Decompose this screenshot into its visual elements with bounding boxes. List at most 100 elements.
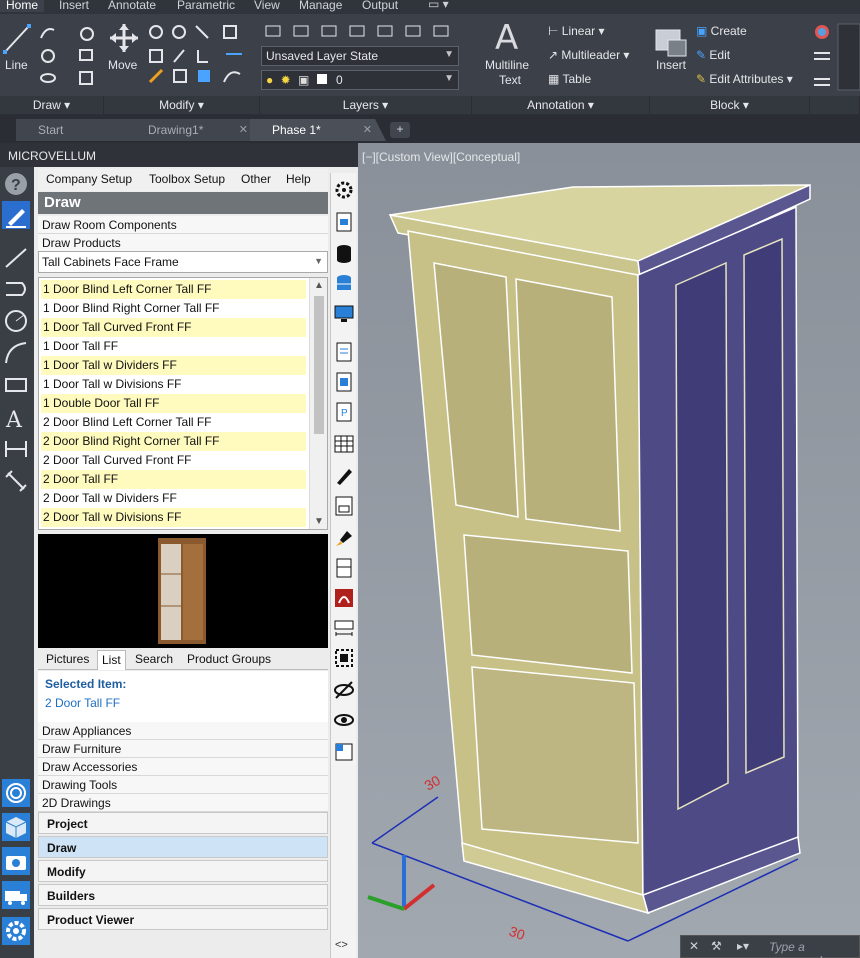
- modify-tools-icons[interactable]: [146, 24, 256, 86]
- dimension-icon[interactable]: [2, 435, 30, 463]
- select-frame-icon[interactable]: [333, 647, 355, 669]
- database-icon[interactable]: [333, 243, 355, 265]
- draw-room-components-link[interactable]: Draw Room Components: [38, 216, 328, 234]
- tab-output[interactable]: Output: [362, 0, 398, 12]
- selected-item-value[interactable]: 2 Door Tall FF: [45, 696, 120, 710]
- list-item[interactable]: 1 Door Blind Right Corner Tall FF: [41, 299, 306, 318]
- section-draw[interactable]: Draw: [38, 836, 328, 858]
- collapse-arrows-icon[interactable]: <>: [335, 939, 348, 951]
- scrollbar-thumb[interactable]: [314, 296, 324, 434]
- layout-icon[interactable]: [333, 741, 355, 763]
- ribbon-options-icon[interactable]: ▭ ▾: [428, 0, 449, 11]
- tab-product-groups[interactable]: Product Groups: [183, 650, 275, 670]
- pen-icon[interactable]: [333, 465, 355, 487]
- line-icon[interactable]: [2, 243, 30, 271]
- document-icon[interactable]: P: [333, 401, 355, 423]
- block-panel-title[interactable]: Block ▾: [650, 96, 810, 114]
- grid-sheet-icon[interactable]: [333, 433, 355, 455]
- tab-annotate[interactable]: Annotate: [108, 0, 156, 12]
- scroll-up-icon[interactable]: ▲: [314, 280, 324, 291]
- sheet-layout-icon[interactable]: [333, 495, 355, 517]
- insert-label[interactable]: Insert: [656, 58, 686, 72]
- layer-state-dropdown[interactable]: Unsaved Layer State ▼: [261, 46, 459, 66]
- eye-icon[interactable]: [333, 709, 355, 731]
- section-project[interactable]: Project: [38, 812, 328, 834]
- tab-search[interactable]: Search: [131, 650, 177, 670]
- table-button[interactable]: ▦ Table: [548, 72, 591, 86]
- list-item[interactable]: 1 Double Door Tall FF: [41, 394, 306, 413]
- close-icon[interactable]: ✕: [239, 123, 248, 136]
- list-scrollbar[interactable]: ▲ ▼: [309, 278, 327, 529]
- draw-products-link[interactable]: Draw Products: [38, 234, 328, 252]
- tab-home[interactable]: Home: [0, 0, 45, 12]
- menu-toolbox-setup[interactable]: Toolbox Setup: [149, 172, 225, 186]
- draw-appliances-link[interactable]: Draw Appliances: [38, 722, 328, 740]
- annotation-panel-title[interactable]: Annotation ▾: [472, 96, 650, 114]
- settings-gear-icon[interactable]: [333, 179, 355, 201]
- document-icon[interactable]: [333, 341, 355, 363]
- multiline-text-icon[interactable]: A: [495, 18, 518, 58]
- list-item[interactable]: 1 Door Tall w Divisions FF: [41, 375, 306, 394]
- aligned-dimension-icon[interactable]: [2, 467, 30, 495]
- tab-list[interactable]: List: [97, 650, 126, 670]
- list-item[interactable]: 2 Door Blind Left Corner Tall FF: [41, 413, 306, 432]
- command-line[interactable]: ✕ ⚒ ▸▾ Type a command: [680, 935, 860, 958]
- menu-help[interactable]: Help: [286, 172, 311, 186]
- scroll-down-icon[interactable]: ▼: [314, 516, 324, 527]
- list-item[interactable]: 2 Door Tall Curved Front FF: [41, 451, 306, 470]
- section-builders[interactable]: Builders: [38, 884, 328, 906]
- list-item[interactable]: 1 Door Blind Left Corner Tall FF: [41, 280, 306, 299]
- multiline-label-2[interactable]: Text: [499, 73, 521, 87]
- linear-dimension-button[interactable]: ⊢ Linear ▾: [548, 24, 605, 38]
- move-icon[interactable]: [108, 22, 140, 54]
- tab-view[interactable]: View: [254, 0, 280, 12]
- rectangle-icon[interactable]: [2, 371, 30, 399]
- document-icon[interactable]: [333, 371, 355, 393]
- command-input[interactable]: Type a command: [769, 940, 859, 958]
- modify-panel-title[interactable]: Modify ▾: [104, 96, 260, 114]
- list-item[interactable]: 1 Door Tall w Dividers FF: [41, 356, 306, 375]
- section-product-viewer[interactable]: Product Viewer: [38, 908, 328, 930]
- cabinet-3d-model[interactable]: 30 30: [358, 143, 860, 958]
- tab-pictures[interactable]: Pictures: [42, 650, 93, 670]
- arc-icon[interactable]: [2, 339, 30, 367]
- database-stack-icon[interactable]: [333, 273, 355, 295]
- insert-block-icon[interactable]: [654, 24, 688, 58]
- monitor-icon[interactable]: [333, 303, 355, 325]
- line-label[interactable]: Line: [5, 58, 28, 72]
- file-tab-drawing1[interactable]: Drawing1* ✕: [126, 119, 262, 141]
- tab-parametric[interactable]: Parametric: [177, 0, 235, 12]
- layers-panel-title[interactable]: Layers ▾: [260, 96, 472, 114]
- circle-icon[interactable]: [2, 307, 30, 335]
- draw-accessories-link[interactable]: Draw Accessories: [38, 758, 328, 776]
- layer-tools-icons[interactable]: [264, 22, 459, 42]
- cabinet-icon[interactable]: [333, 557, 355, 579]
- edit-block-button[interactable]: ✎ Edit: [696, 48, 730, 62]
- camera-icon[interactable]: [2, 847, 30, 875]
- gear-icon[interactable]: [2, 917, 30, 945]
- section-modify[interactable]: Modify: [38, 860, 328, 882]
- drawing-viewport[interactable]: [−][Custom View][Conceptual] 30 30: [358, 143, 860, 958]
- draw-panel-title[interactable]: Draw ▾: [0, 96, 104, 114]
- polyline-icon[interactable]: [2, 275, 30, 303]
- acrobat-icon[interactable]: [333, 587, 355, 609]
- tab-manage[interactable]: Manage: [299, 0, 342, 12]
- list-item[interactable]: 2 Door Tall FF: [41, 470, 306, 489]
- fingerprint-icon[interactable]: [2, 779, 30, 807]
- list-item[interactable]: 2 Door Blind Right Corner Tall FF: [41, 432, 306, 451]
- line-tool-icon[interactable]: [2, 22, 32, 58]
- draw-tools-icons[interactable]: [38, 24, 100, 86]
- drawing-tools-link[interactable]: Drawing Tools: [38, 776, 328, 794]
- edit-attributes-button[interactable]: ✎ Edit Attributes ▾: [696, 72, 793, 86]
- menu-other[interactable]: Other: [241, 172, 271, 186]
- brush-icon[interactable]: [333, 527, 355, 549]
- menu-company-setup[interactable]: Company Setup: [46, 172, 132, 186]
- file-tab-phase1[interactable]: Phase 1* ✕: [250, 119, 386, 141]
- viewport-controls[interactable]: [−][Custom View][Conceptual]: [362, 150, 520, 164]
- file-tab-start[interactable]: Start: [16, 119, 136, 141]
- tab-insert[interactable]: Insert: [59, 0, 89, 12]
- help-icon[interactable]: ?: [2, 170, 30, 198]
- new-tab-button[interactable]: +: [390, 122, 410, 138]
- product-category-dropdown[interactable]: Tall Cabinets Face Frame ▼: [38, 251, 328, 273]
- properties-panel-icons[interactable]: [812, 22, 860, 96]
